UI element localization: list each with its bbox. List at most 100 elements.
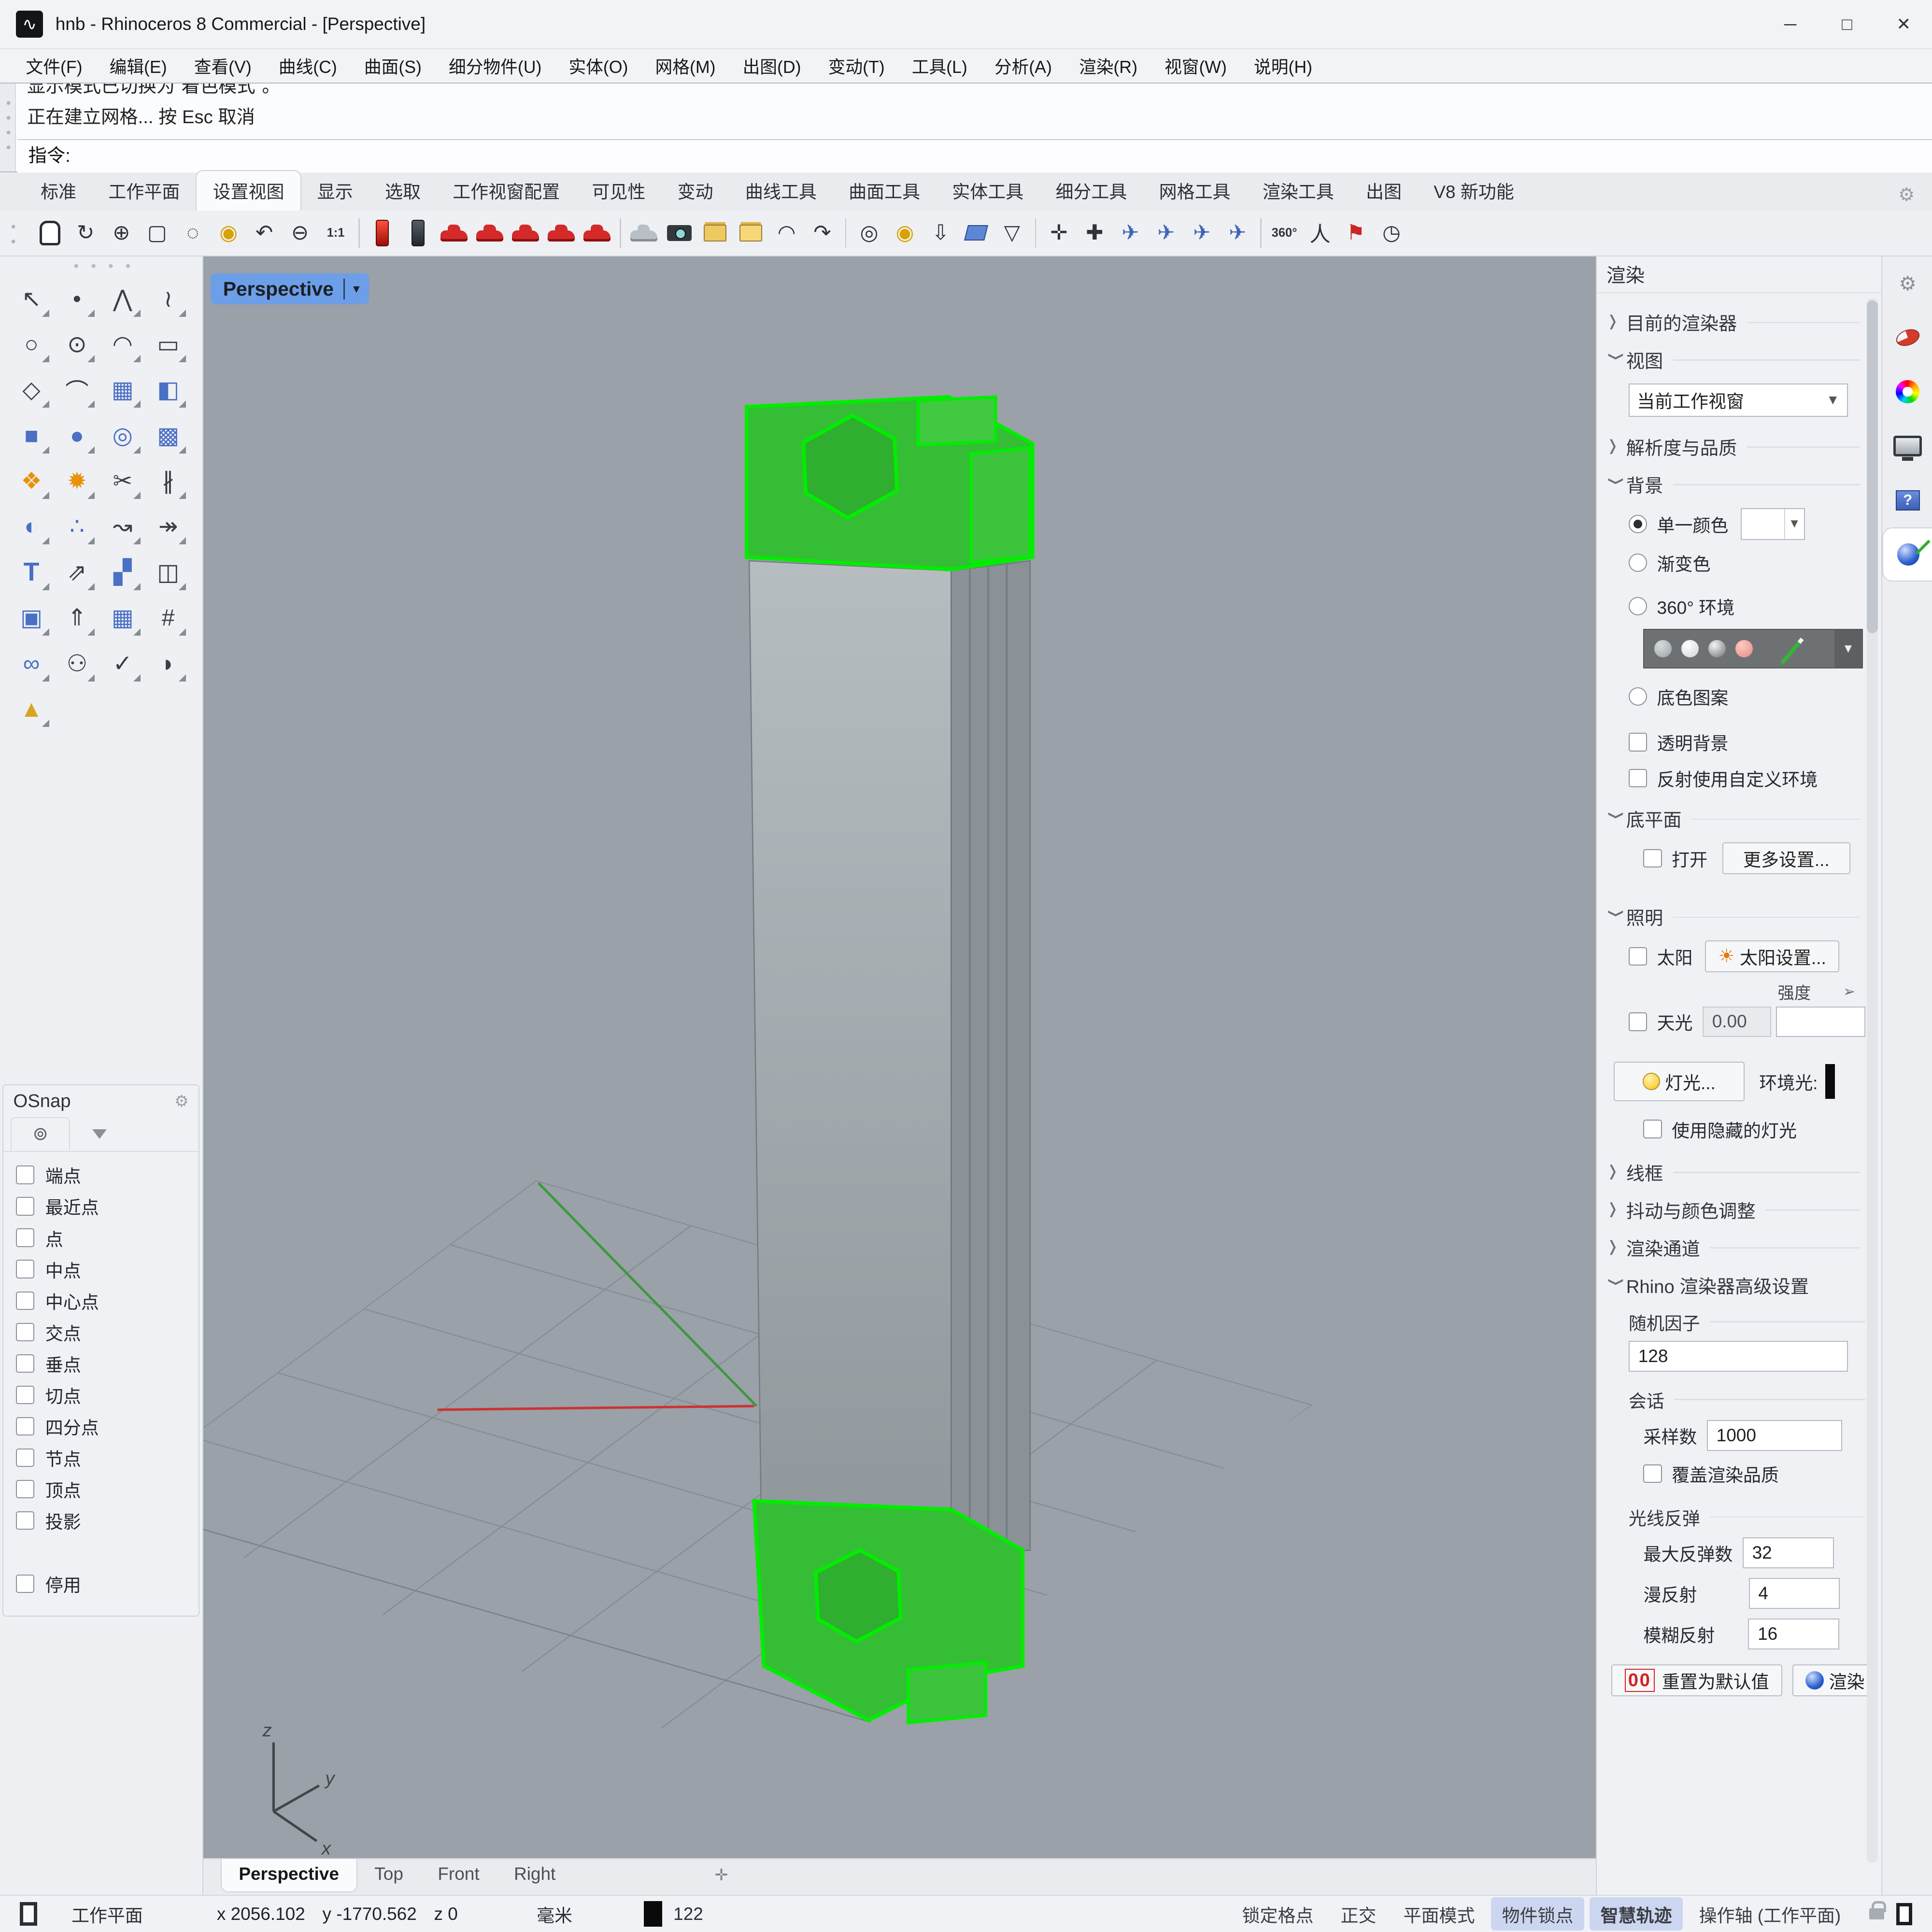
blurry-input[interactable]: 16 [1748,1619,1839,1650]
pan-view-icon[interactable] [32,215,68,251]
menu-item[interactable]: 曲面(S) [351,54,435,78]
align-tool[interactable]: # [145,595,191,640]
background-color-select[interactable]: ▼ [1740,508,1805,540]
blend-surface-tool[interactable]: ∞ [9,640,54,686]
status-toggle[interactable]: 平面模式 [1392,1897,1486,1931]
extrude-tool[interactable]: ⇑ [54,595,99,640]
osnap-checkbox[interactable] [15,1322,34,1341]
viewport-tab[interactable]: Front [421,1859,497,1892]
maximize-button[interactable]: □ [1818,0,1875,48]
view-front-car-icon[interactable] [436,215,472,251]
cplane-origin-icon[interactable]: ◉ [887,215,923,251]
gumball-2-icon[interactable]: ✚ [1077,215,1112,251]
osnap-gear-icon[interactable]: ⚙ [174,1092,189,1111]
toolbar-button[interactable] [840,217,852,249]
cone-view-icon[interactable]: ▽ [994,215,1030,251]
patch-surface-tool[interactable]: ▦ [100,367,145,412]
viewport-tab[interactable]: Top [357,1859,421,1892]
boolean-tool[interactable]: ◐ [9,504,54,549]
env-dropdown-icon[interactable]: ▼ [1834,630,1862,668]
blend-curve-tool[interactable]: ↝ [100,504,145,549]
lights-button[interactable]: 灯光... [1614,1062,1745,1101]
override-quality-checkbox[interactable] [1643,1464,1662,1483]
rotate-view-icon[interactable]: ↻ [68,215,103,251]
extend-curve-tool[interactable]: ↠ [145,504,191,549]
osnap-tab-snaps[interactable]: ⊚ [11,1117,70,1151]
ribbon-tab[interactable]: 设置视图 [196,170,301,211]
menu-item[interactable]: 曲线(C) [265,54,351,78]
loft-tool[interactable]: ◎ [100,413,145,458]
diffuse-input[interactable]: 4 [1748,1578,1840,1609]
osnap-checkbox[interactable] [15,1165,34,1184]
ribbon-tab[interactable]: 可见性 [576,171,661,211]
section-wireframe[interactable]: ❭ 线框 [1606,1159,1865,1186]
view-side-car-icon[interactable] [472,215,508,251]
solid-edit-tool[interactable]: ◗ [145,640,191,686]
status-toggle[interactable]: 智慧轨迹 [1589,1897,1683,1931]
section-background[interactable]: ❭ 背景 [1606,471,1865,498]
section-resolution[interactable]: ❭ 解析度与品质 [1606,434,1865,460]
ribbon-tab[interactable]: 选取 [369,171,437,211]
layer-color-swatch[interactable] [643,1901,663,1927]
current-layer-button[interactable]: 122 [673,1904,703,1924]
osnap-checkbox[interactable] [15,1385,34,1404]
toolbar-button[interactable] [1030,217,1041,249]
target-flag-icon[interactable]: ⚑ [1338,215,1374,251]
undo-view-icon[interactable]: ↶ [246,215,282,251]
walkabout-icon[interactable]: 人 [1302,215,1338,251]
osnap-checkbox[interactable] [15,1479,34,1499]
sun-settings-button[interactable]: ☀ 太阳设置... [1705,940,1840,973]
environment-preview-strip[interactable]: ▼ [1643,629,1863,669]
dock-grip[interactable] [68,262,137,270]
max-bounces-input[interactable]: 32 [1742,1537,1834,1568]
menu-item[interactable]: 工具(L) [898,54,981,78]
pyramid-tool[interactable]: ▲ [9,686,54,732]
osnap-checkbox[interactable] [15,1260,34,1279]
section-channels[interactable]: ❭ 渲染通道 [1606,1235,1865,1261]
solid-cube-tool[interactable]: ▣ [9,595,54,640]
zoom-in-icon[interactable]: ⊕ [103,215,139,251]
polygon-tool[interactable]: ◇ [9,367,54,412]
section-view[interactable]: ❭ 视图 [1606,347,1865,373]
menu-item[interactable]: 渲染(R) [1065,54,1151,78]
ribbon-tab[interactable]: 曲面工具 [833,171,936,211]
osnap-checkbox[interactable] [15,1228,34,1247]
menu-item[interactable]: 实体(O) [555,54,641,78]
check-tool[interactable]: ✓ [100,640,145,686]
move-tool[interactable]: ⇗ [54,550,99,595]
new-viewport-icon[interactable] [733,215,769,251]
samples-input[interactable]: 1000 [1706,1420,1843,1451]
ribbon-tab[interactable]: 工作视窗配置 [437,171,576,211]
surface-grid-tool[interactable]: ▩ [145,413,191,458]
point-tool[interactable]: • [54,276,99,321]
osnap-disable-checkbox[interactable] [15,1575,34,1593]
skylight-intensity-input[interactable]: 0.00 [1702,1006,1771,1037]
ribbon-tab[interactable]: 实体工具 [936,171,1039,211]
ribbon-tab[interactable]: 显示 [301,171,369,211]
base-pattern-radio[interactable] [1628,687,1648,706]
zoom-1to1-icon[interactable]: 1:1 [318,215,354,251]
ribbon-tab[interactable]: 渲染工具 [1247,171,1350,211]
command-history[interactable]: 显示模式已切换为"着色模式"。 正在建立网格... 按 Esc 取消 [17,84,1932,139]
ribbon-tab[interactable]: 细分工具 [1039,171,1143,211]
menu-item[interactable]: 分析(A) [981,54,1065,78]
block-tool[interactable]: ▞ [100,550,145,595]
gradient-radio[interactable] [1628,554,1648,572]
plane-b-icon[interactable]: ✈ [1148,215,1184,251]
menu-item[interactable]: 网格(M) [642,54,729,78]
named-view-dark-icon[interactable] [400,215,436,251]
clock-icon[interactable]: ◷ [1374,215,1409,251]
random-seed-input[interactable]: 128 [1628,1341,1848,1372]
zoom-window-icon[interactable]: ▢ [139,215,175,251]
units-button[interactable]: 毫米 [537,1901,572,1927]
view-target-select[interactable]: 当前工作视窗 ▼ [1628,383,1848,417]
env-360-radio[interactable] [1628,597,1648,616]
drop-cplane-icon[interactable]: ⇩ [923,215,958,251]
osnap-checkbox[interactable] [15,1197,34,1216]
osnap-checkbox[interactable] [15,1448,34,1467]
ribbon-tab[interactable]: 曲线工具 [729,171,833,211]
zoom-out-icon[interactable]: ⊖ [282,215,318,251]
add-viewport-tab-icon[interactable]: ✛ [707,1858,735,1892]
toolbar-button[interactable] [354,217,365,249]
section-lighting[interactable]: ❭ 照明 [1606,904,1865,930]
